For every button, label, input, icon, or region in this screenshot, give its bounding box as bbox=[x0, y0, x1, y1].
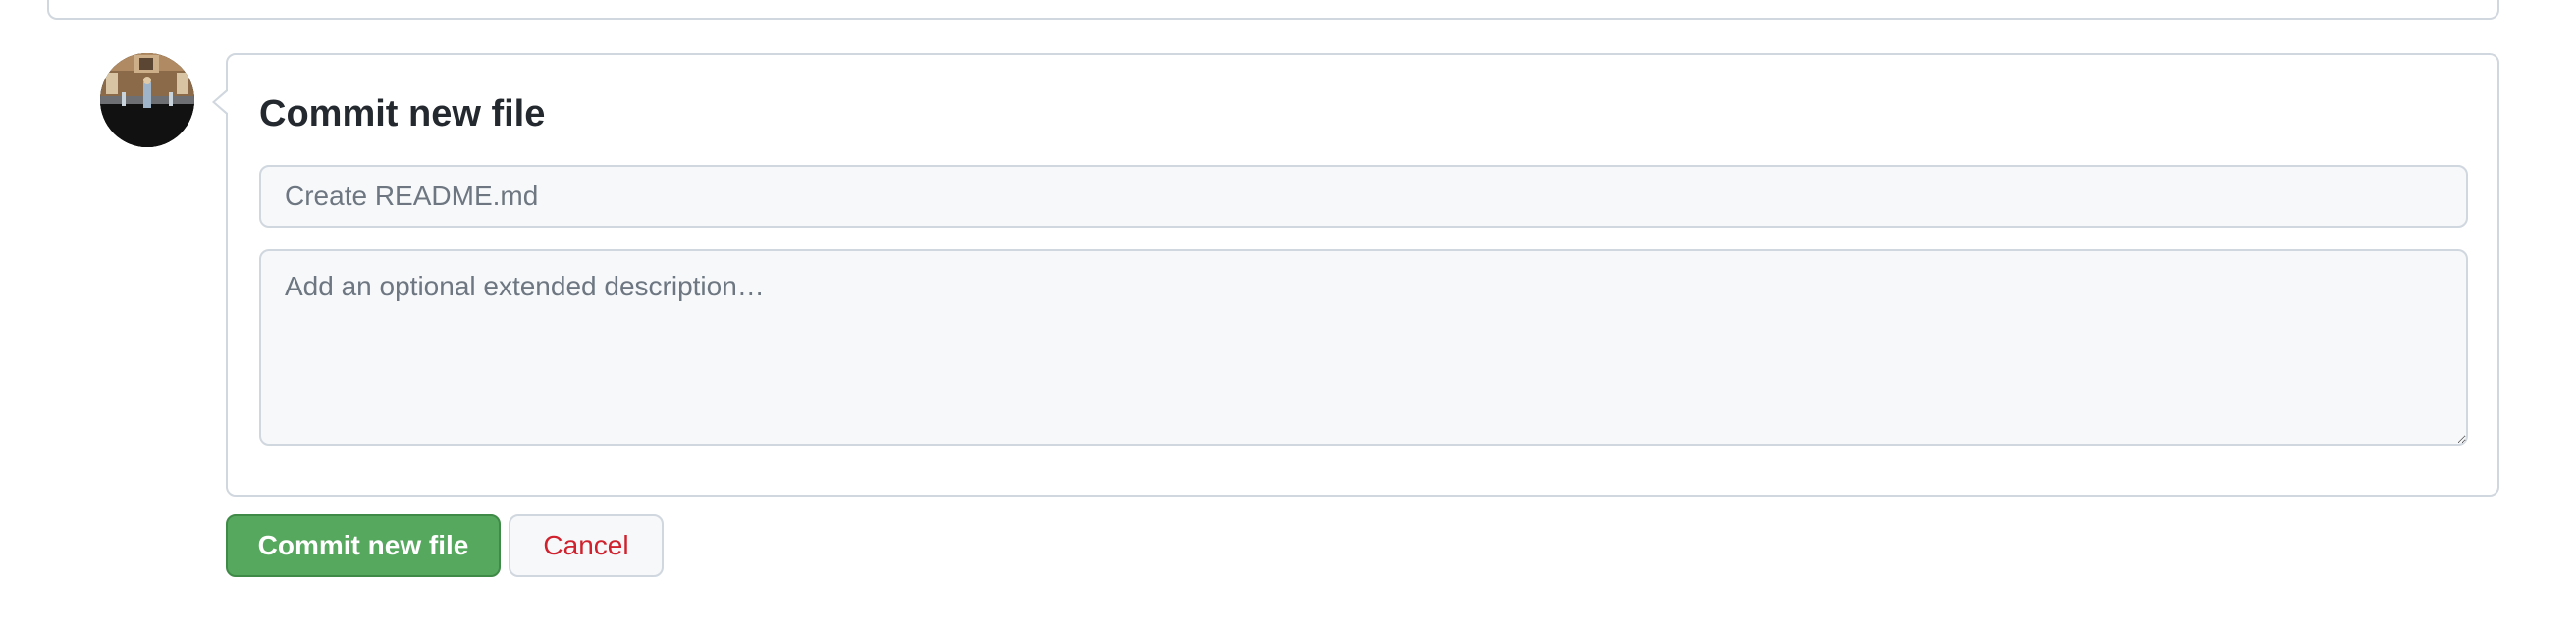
commit-page: Commit new file Commit new file Cancel bbox=[0, 0, 2576, 632]
avatar[interactable] bbox=[100, 53, 194, 147]
commit-description-textarea[interactable] bbox=[259, 249, 2468, 446]
comment-pointer-fill bbox=[215, 90, 229, 114]
commit-new-file-button[interactable]: Commit new file bbox=[226, 514, 501, 577]
commit-title: Commit new file bbox=[259, 93, 546, 134]
commit-summary-input[interactable] bbox=[259, 165, 2468, 228]
commit-form-box: Commit new file bbox=[226, 53, 2499, 497]
avatar-photo-icon bbox=[100, 53, 194, 147]
cancel-button[interactable]: Cancel bbox=[509, 514, 664, 577]
file-editor-box bbox=[47, 0, 2499, 20]
